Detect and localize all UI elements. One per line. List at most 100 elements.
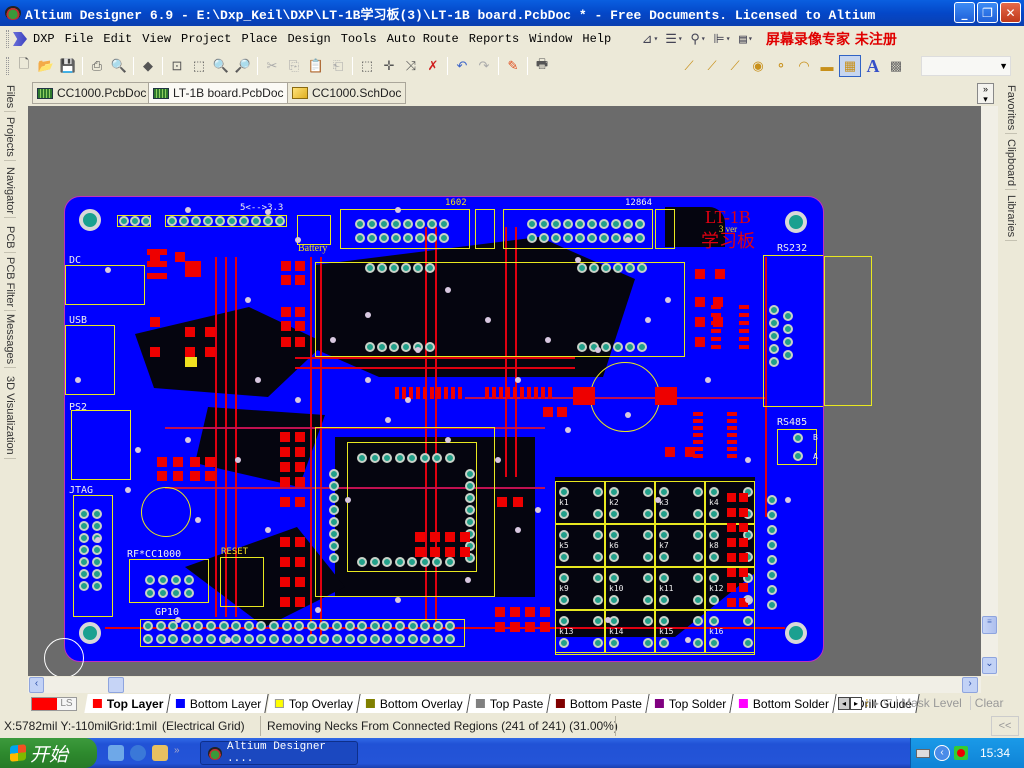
- toolbar-grip[interactable]: [6, 30, 9, 48]
- scroll-right-button[interactable]: ›: [962, 677, 978, 693]
- scroll-left-button[interactable]: ‹: [29, 677, 44, 693]
- filter-icon[interactable]: ▽: [883, 696, 892, 710]
- menu-window[interactable]: Window: [526, 32, 579, 46]
- print-icon[interactable]: ⎙: [86, 55, 108, 77]
- pad-icon[interactable]: ◉: [747, 55, 769, 77]
- menu-place[interactable]: Place: [238, 32, 284, 46]
- polygon-pour-icon[interactable]: ▦: [839, 55, 861, 77]
- close-button[interactable]: ✕: [1000, 2, 1021, 23]
- arc-icon[interactable]: ◠: [793, 55, 815, 77]
- zoom-filter-icon[interactable]: 🔎: [232, 55, 254, 77]
- menu-view[interactable]: View: [139, 32, 178, 46]
- keyboard-icon[interactable]: [916, 748, 930, 758]
- layer-visibility-icon[interactable]: ⁝: [865, 696, 869, 710]
- select-area-icon[interactable]: ⬚: [356, 55, 378, 77]
- recording-icon[interactable]: [954, 746, 968, 760]
- layer-tab-bottom-layer[interactable]: Bottom Layer: [167, 694, 270, 713]
- scroll-down-button[interactable]: ⌄: [982, 657, 997, 674]
- menu-reports[interactable]: Reports: [466, 32, 526, 46]
- browse-component-icon[interactable]: 🖶: [531, 55, 553, 77]
- select-tools-button[interactable]: ☰ ▾: [664, 30, 684, 48]
- vertical-scrollbar[interactable]: ≡ ⌄: [981, 106, 998, 676]
- start-button[interactable]: 开始: [0, 738, 97, 768]
- panel-tab-messages[interactable]: Messages: [4, 311, 16, 369]
- toolbar-combo[interactable]: ▼: [921, 56, 1011, 76]
- interactive-route-icon[interactable]: ⟋: [678, 55, 700, 77]
- layer-tab-top-solder[interactable]: Top Solder: [646, 694, 735, 713]
- panel-tab-libraries[interactable]: Libraries: [1005, 192, 1017, 242]
- menu-edit[interactable]: Edit: [100, 32, 139, 46]
- horizontal-scroll-thumb[interactable]: [108, 677, 124, 693]
- layer-tab-top-layer[interactable]: Top Layer: [84, 694, 172, 713]
- align-tools-button[interactable]: ⊿ ▾: [640, 30, 660, 48]
- panel-tab-pcb-filter[interactable]: PCB Filter: [4, 254, 16, 312]
- clear-button[interactable]: Clear: [969, 696, 1008, 710]
- vertical-scroll-thumb[interactable]: ≡: [982, 616, 997, 634]
- panel-tab-clipboard[interactable]: Clipboard: [1005, 136, 1017, 191]
- restore-button[interactable]: ❐: [977, 2, 998, 23]
- layer-tab-top-paste[interactable]: Top Paste: [466, 694, 551, 713]
- menu-tools[interactable]: Tools: [338, 32, 384, 46]
- pcb-board[interactable]: LT-1B 3 ver 学习板 5<-->3.3 Battery 1602 12…: [64, 196, 824, 662]
- current-layer-indicator[interactable]: LS: [31, 697, 77, 711]
- via-icon[interactable]: ⚬: [770, 55, 792, 77]
- copy-icon[interactable]: ⎘: [283, 55, 305, 77]
- pcb-canvas[interactable]: LT-1B 3 ver 学习板 5<-->3.3 Battery 1602 12…: [28, 106, 981, 676]
- clear-filter-icon[interactable]: ✗: [422, 55, 444, 77]
- rubber-stamp-icon[interactable]: ⎗: [327, 55, 349, 77]
- zoom-fit-icon[interactable]: ⊡: [166, 55, 188, 77]
- menu-design[interactable]: Design: [284, 32, 337, 46]
- multi-route-icon[interactable]: ⟋: [724, 55, 746, 77]
- panel-tab-3d-visualization[interactable]: 3D Visualization: [4, 373, 16, 459]
- print-preview-icon[interactable]: 🔍: [108, 55, 130, 77]
- deselect-icon[interactable]: ⤨: [400, 55, 422, 77]
- highlight-icon[interactable]: ✎: [502, 55, 524, 77]
- menu-auto-route[interactable]: Auto Route: [384, 32, 466, 46]
- string-icon[interactable]: A: [862, 55, 884, 77]
- panel-tab-favorites[interactable]: Favorites: [1005, 82, 1017, 135]
- horizontal-scrollbar[interactable]: ‹ ›: [28, 677, 981, 693]
- panel-tab-projects[interactable]: Projects: [4, 114, 16, 161]
- differential-route-icon[interactable]: ⟋: [701, 55, 723, 77]
- mask-level-button[interactable]: Mask Level: [896, 696, 966, 710]
- toolbar-grip[interactable]: [6, 57, 9, 75]
- menu-project[interactable]: Project: [178, 32, 238, 46]
- zoom-area-icon[interactable]: ⬚: [188, 55, 210, 77]
- panel-tab-files[interactable]: Files: [4, 82, 16, 113]
- fill-icon[interactable]: ▬: [816, 55, 838, 77]
- component-icon[interactable]: ▩: [885, 55, 907, 77]
- move-icon[interactable]: ✛: [378, 55, 400, 77]
- more-icon[interactable]: »: [174, 745, 182, 761]
- menu-dxp[interactable]: DXP: [30, 32, 62, 46]
- doc-tab-cc1000-pcb[interactable]: CC1000.PcbDoc *: [32, 82, 160, 104]
- menu-file[interactable]: File: [62, 32, 101, 46]
- redo-icon[interactable]: ↷: [473, 55, 495, 77]
- play-icon[interactable]: ▸: [873, 696, 879, 710]
- layer-tab-top-overlay[interactable]: Top Overlay: [266, 694, 361, 713]
- show-desktop-icon[interactable]: [108, 745, 124, 761]
- collapse-status-button[interactable]: <<: [991, 716, 1019, 736]
- layer-tab-bottom-paste[interactable]: Bottom Paste: [547, 694, 650, 713]
- place-tools-button[interactable]: ⊫ ▾: [712, 30, 732, 48]
- internet-explorer-icon[interactable]: [130, 745, 146, 761]
- doc-tab-cc1000-sch[interactable]: CC1000.SchDoc: [287, 82, 407, 104]
- save-icon[interactable]: 💾: [57, 55, 79, 77]
- panel-tab-pcb[interactable]: PCB: [4, 223, 16, 253]
- doc-tab-lt1b-board-pcb[interactable]: LT-1B board.PcbDoc *: [148, 82, 297, 104]
- open-icon[interactable]: 📂: [35, 55, 57, 77]
- menu-help[interactable]: Help: [579, 32, 618, 46]
- zoom-selected-icon[interactable]: 🔍: [210, 55, 232, 77]
- dxp-logo-icon[interactable]: [13, 32, 27, 46]
- undo-icon[interactable]: ↶: [451, 55, 473, 77]
- paste-icon[interactable]: 📋: [305, 55, 327, 77]
- new-icon[interactable]: 🗋: [13, 55, 35, 77]
- layer-tab-bottom-solder[interactable]: Bottom Solder: [730, 694, 838, 713]
- minimize-button[interactable]: _: [954, 2, 975, 23]
- layer-scroll-right-icon[interactable]: ▸: [850, 697, 862, 710]
- layer-scroll-left-icon[interactable]: ◂: [838, 697, 850, 710]
- show-hidden-icons-button[interactable]: ‹: [934, 745, 950, 761]
- panel-tab-navigator[interactable]: Navigator: [4, 164, 16, 219]
- cut-icon[interactable]: ✂: [261, 55, 283, 77]
- taskbar-altium-button[interactable]: Altium Designer ....: [200, 741, 358, 765]
- recorder-icon[interactable]: [152, 745, 168, 761]
